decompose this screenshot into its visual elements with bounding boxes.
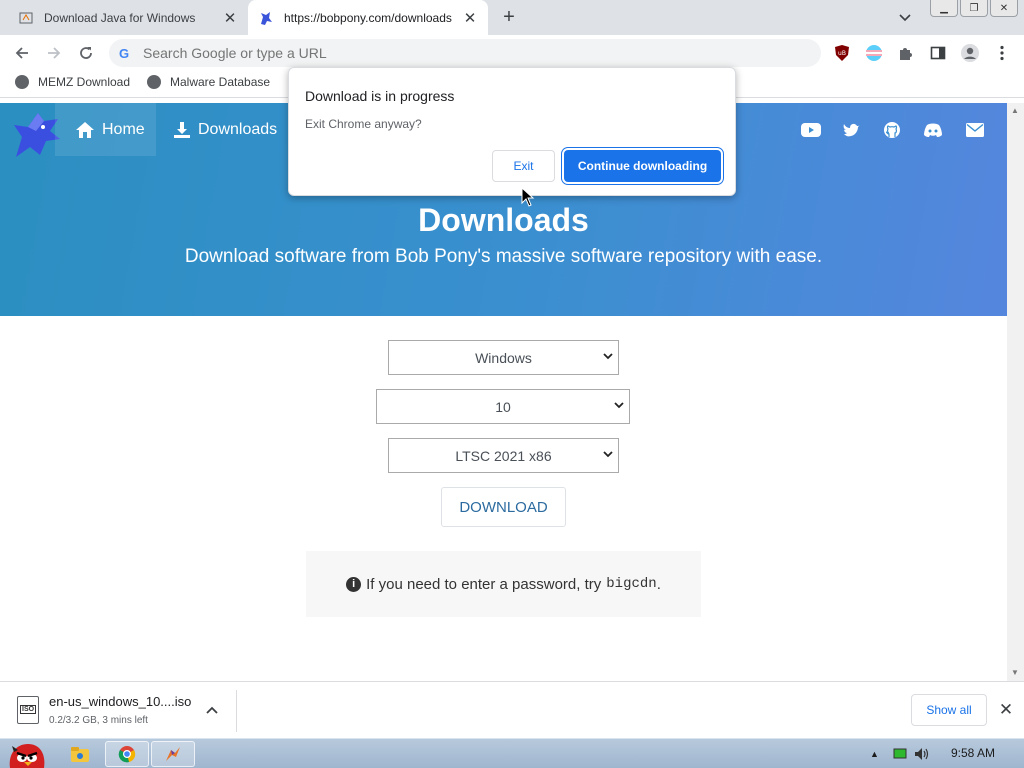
bookmark-label: Malware Database <box>170 75 271 89</box>
nav-downloads-label: Downloads <box>198 120 278 138</box>
chevron-down-icon <box>614 402 624 409</box>
edition-select-value: LTSC 2021 x86 <box>455 447 552 464</box>
password-note-end: . <box>656 575 661 593</box>
chrome-menu-icon[interactable] <box>992 43 1012 63</box>
close-shelf-icon[interactable]: ✕ <box>997 700 1015 719</box>
download-filename[interactable]: en-us_windows_10....iso <box>49 694 191 709</box>
back-arrow-icon <box>15 47 28 59</box>
bobpony-favicon <box>258 10 274 26</box>
dialog-title: Download is in progress <box>305 88 455 104</box>
download-status: 0.2/3.2 GB, 3 mins left <box>49 715 148 726</box>
dialog-message: Exit Chrome anyway? <box>305 117 422 131</box>
youtube-icon[interactable] <box>801 120 821 140</box>
email-icon[interactable] <box>965 120 985 140</box>
start-button-angry-bird-icon[interactable] <box>2 741 50 768</box>
restore-button[interactable]: ❐ <box>960 0 988 17</box>
nav-downloads[interactable]: Downloads <box>153 103 288 156</box>
chrome-taskbar-icon[interactable] <box>105 741 149 767</box>
home-icon <box>76 121 94 138</box>
os-select-value: Windows <box>475 349 532 366</box>
close-window-button[interactable]: ✕ <box>990 0 1018 17</box>
continue-downloading-button[interactable]: Continue downloading <box>564 150 721 182</box>
nav-home-label: Home <box>102 120 145 138</box>
password-note-text: If you need to enter a password, try <box>366 575 602 593</box>
download-icon <box>174 121 190 138</box>
version-select[interactable]: 10 <box>376 389 630 424</box>
page-scrollbar[interactable]: ▲ ▼ <box>1007 103 1024 681</box>
pride-extension-icon[interactable] <box>864 43 884 63</box>
chevron-down-icon <box>603 353 613 360</box>
version-select-value: 10 <box>495 398 511 415</box>
reload-button[interactable] <box>73 40 99 66</box>
extensions-puzzle-icon[interactable] <box>896 43 916 63</box>
download-button[interactable]: DOWNLOAD <box>441 487 566 527</box>
browser-toolbar: G uB <box>0 35 1024 70</box>
google-icon: G <box>119 45 130 61</box>
github-icon[interactable] <box>882 120 902 140</box>
page-subtitle: Download software from Bob Pony's massiv… <box>184 246 823 267</box>
volume-icon[interactable] <box>914 747 930 764</box>
discord-icon[interactable] <box>923 120 943 140</box>
profile-avatar-icon[interactable] <box>960 43 980 63</box>
os-select[interactable]: Windows <box>388 340 619 375</box>
window-controls: ▁ ❐ ✕ <box>930 0 1018 17</box>
tab-title: Download Java for Windows <box>44 10 196 25</box>
close-tab-icon[interactable]: ✕ <box>222 10 238 27</box>
page-title: Downloads <box>418 202 589 238</box>
minimize-button[interactable]: ▁ <box>930 0 958 17</box>
nav-home[interactable]: Home <box>55 103 156 156</box>
address-bar[interactable]: G <box>109 39 821 67</box>
java-icon <box>18 10 34 26</box>
back-button[interactable] <box>9 40 35 66</box>
chevron-down-icon <box>603 451 613 458</box>
tab-strip: Download Java for Windows ✕ https://bobp… <box>0 0 1024 35</box>
scroll-down-icon[interactable]: ▼ <box>1011 668 1019 677</box>
exit-button[interactable]: Exit <box>492 150 555 182</box>
tab-search-chevron-icon[interactable] <box>896 9 914 27</box>
scroll-up-icon[interactable]: ▲ <box>1011 106 1019 115</box>
tab-java[interactable]: Download Java for Windows ✕ <box>8 0 248 35</box>
show-all-button[interactable]: Show all <box>911 694 987 726</box>
download-shelf: ISO en-us_windows_10....iso 0.2/3.2 GB, … <box>0 681 1024 738</box>
twitter-icon[interactable] <box>842 120 862 140</box>
password-note: i If you need to enter a password, try b… <box>306 551 701 617</box>
forward-button[interactable] <box>41 40 67 66</box>
app-taskbar-icon[interactable] <box>151 741 195 767</box>
new-tab-button[interactable]: + <box>498 6 520 28</box>
tray-expand-icon[interactable]: ▲ <box>870 749 879 759</box>
reload-icon <box>80 47 92 59</box>
tab-title: https://bobpony.com/downloads <box>284 10 452 25</box>
ublock-icon[interactable]: uB <box>832 43 852 63</box>
info-icon: i <box>346 576 362 592</box>
bookmark-memz[interactable]: MEMZ Download <box>15 75 130 89</box>
taskbar: ▲ 9:58 AM <box>0 738 1024 768</box>
tab-bobpony[interactable]: https://bobpony.com/downloads ✕ <box>248 0 488 35</box>
globe-icon <box>15 75 29 89</box>
taskbar-clock[interactable]: 9:58 AM <box>951 746 995 760</box>
battery-icon[interactable] <box>893 748 907 762</box>
edition-select[interactable]: LTSC 2021 x86 <box>388 438 619 473</box>
iso-file-icon: ISO <box>17 696 39 724</box>
omnibox-input[interactable] <box>143 45 743 61</box>
exit-confirm-dialog: Download is in progress Exit Chrome anyw… <box>288 67 736 196</box>
bookmark-label: MEMZ Download <box>38 75 131 89</box>
svg-text:uB: uB <box>838 50 846 57</box>
mouse-cursor-icon <box>521 187 535 207</box>
forward-arrow-icon <box>48 47 61 59</box>
file-explorer-icon[interactable] <box>58 741 102 767</box>
close-tab-icon[interactable]: ✕ <box>462 10 478 27</box>
download-options-chevron-icon[interactable] <box>204 702 220 718</box>
side-panel-icon[interactable] <box>928 43 948 63</box>
globe-icon <box>147 75 161 89</box>
password-code: bigcdn <box>606 576 657 592</box>
bookmark-malware-database[interactable]: Malware Database <box>147 75 270 89</box>
shelf-divider <box>236 690 237 732</box>
